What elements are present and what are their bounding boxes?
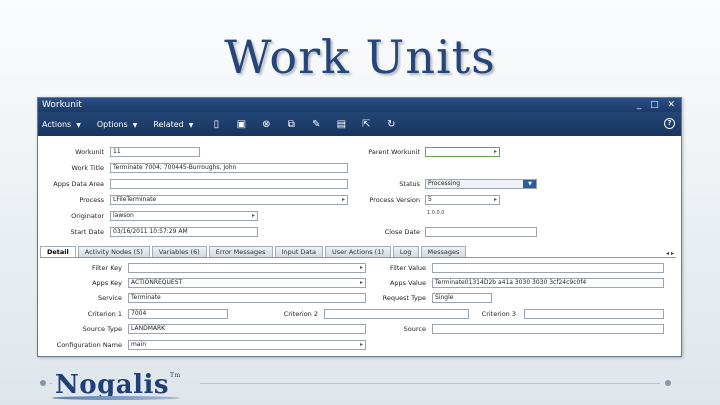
source-type-label: Source Type: [82, 325, 122, 333]
filter-value-field[interactable]: [432, 263, 664, 273]
window-title: Workunit: [42, 100, 82, 110]
source-type-field[interactable]: LANDMARK: [128, 324, 366, 334]
start-date-label: Start Date: [70, 228, 104, 236]
workunit-label: Workunit: [75, 148, 104, 156]
workunit-form: Workunit 11 Work Title Terminate 7004; 7…: [38, 136, 681, 241]
tab-user-actions[interactable]: User Actions (1): [324, 246, 391, 257]
tab-activity-nodes[interactable]: Activity Nodes (5): [77, 246, 150, 257]
apps-value-label: Apps Value: [389, 279, 426, 287]
chevron-down-icon: ▼: [188, 121, 194, 129]
chevron-down-icon[interactable]: ▼: [523, 180, 536, 188]
process-version-label: Process Version: [369, 196, 420, 204]
process-version-note: 1.0.0.0: [427, 210, 445, 216]
footer-rule: [200, 383, 660, 384]
status-select[interactable]: Processing ▼: [425, 179, 537, 189]
divider-line: [50, 383, 52, 384]
tab-detail[interactable]: Detail: [40, 246, 76, 257]
tab-bar: Detail Activity Nodes (5) Variables (6) …: [40, 246, 676, 258]
window-controls[interactable]: _ □ ✕: [637, 98, 678, 112]
menu-related[interactable]: Related ▼: [153, 120, 193, 129]
process-field[interactable]: LFileTerminate: [110, 195, 348, 205]
chevron-down-icon: ▼: [132, 121, 138, 129]
detail-panel: Filter Key Apps Key ACTIONREQUEST Servic…: [40, 258, 676, 354]
apps-value-field[interactable]: Terminate01314D2b a41a 3030 3030 3cf24c9…: [432, 278, 664, 288]
request-type-label: Request Type: [382, 294, 426, 302]
tab-variables[interactable]: Variables (6): [151, 246, 207, 257]
status-label: Status: [399, 180, 420, 188]
close-date-field[interactable]: [425, 227, 537, 237]
save-icon[interactable]: ▣: [234, 119, 248, 130]
export-icon[interactable]: ⇱: [359, 119, 373, 130]
parent-workunit-label: Parent Workunit: [368, 148, 420, 156]
chevron-down-icon: ▼: [76, 121, 81, 129]
help-icon[interactable]: ?: [664, 118, 675, 129]
refresh-icon[interactable]: ↻: [384, 119, 398, 130]
new-doc-icon[interactable]: ▯: [209, 119, 223, 130]
filter-key-label: Filter Key: [92, 264, 122, 272]
configuration-name-label: Configuration Name: [56, 341, 122, 349]
source-field[interactable]: [432, 324, 664, 334]
work-title-field[interactable]: Terminate 7004; 700445-Burroughs, John: [110, 163, 348, 173]
criterion-1-field[interactable]: 7004: [128, 309, 228, 319]
criterion-3-label: Criterion 3: [481, 310, 516, 318]
start-date-field[interactable]: 03/16/2011 10:57:29 AM: [110, 227, 258, 237]
filter-key-field[interactable]: [128, 263, 366, 273]
close-date-label: Close Date: [384, 228, 420, 236]
menubar: Actions ▼ Options ▼ Related ▼ ▯ ▣ ⊗ ⧉ ✎ ▤ ⇱…: [38, 112, 681, 136]
process-version-field[interactable]: 5: [425, 195, 500, 205]
apps-key-label: Apps Key: [92, 279, 122, 287]
service-label: Service: [97, 294, 122, 302]
configuration-name-field[interactable]: main: [128, 340, 366, 350]
filter-value-label: Filter Value: [389, 264, 426, 272]
bullet-dot-right: [665, 380, 671, 386]
work-title-label: Work Title: [71, 164, 104, 172]
menu-options[interactable]: Options ▼: [97, 120, 138, 129]
originator-field[interactable]: lawson: [110, 211, 258, 221]
criterion-2-label: Criterion 2: [283, 310, 318, 318]
apps-key-field[interactable]: ACTIONREQUEST: [128, 278, 366, 288]
originator-label: Originator: [71, 212, 104, 220]
logo-trademark: Tm: [170, 372, 181, 379]
window-titlebar: Workunit _ □ ✕: [38, 98, 681, 112]
copy-icon[interactable]: ⧉: [284, 119, 298, 130]
apps-data-area-field[interactable]: [110, 179, 348, 189]
criterion-3-field[interactable]: [524, 309, 664, 319]
menu-actions[interactable]: Actions ▼: [42, 120, 81, 129]
tab-error-messages[interactable]: Error Messages: [208, 246, 273, 257]
tab-input-data[interactable]: Input Data: [274, 246, 323, 257]
service-field[interactable]: Terminate: [128, 293, 366, 303]
tab-log[interactable]: Log: [392, 246, 419, 257]
cancel-icon[interactable]: ⊗: [259, 119, 273, 130]
apps-data-area-label: Apps Data Area: [53, 180, 104, 188]
request-type-field[interactable]: Single: [432, 293, 492, 303]
bullet-dot-left: [40, 380, 46, 386]
criterion-1-label: Criterion 1: [87, 310, 122, 318]
source-label: Source: [403, 325, 426, 333]
tab-scroll-arrows[interactable]: ◂ ▸: [666, 250, 676, 257]
workunit-field[interactable]: 11: [110, 147, 200, 157]
edit-icon[interactable]: ✎: [309, 119, 323, 130]
process-label: Process: [79, 196, 104, 204]
parent-workunit-field[interactable]: [425, 147, 500, 157]
view-icon[interactable]: ▤: [334, 119, 348, 130]
logo-swoosh-icon: [52, 396, 180, 400]
slide-title: Work Units: [224, 30, 496, 84]
tab-messages[interactable]: Messages: [420, 246, 467, 257]
